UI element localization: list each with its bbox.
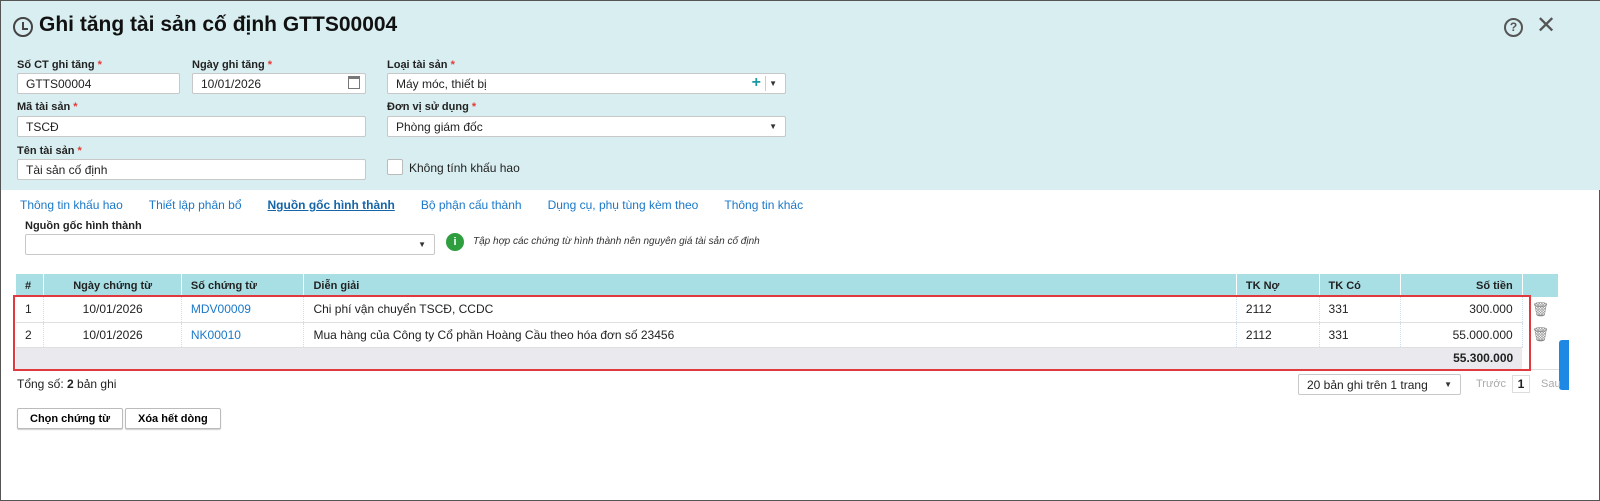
cell-index: 1 (16, 297, 45, 323)
cell-description: Mua hàng của Công ty Cổ phần Hoàng Cầu t… (303, 322, 1237, 348)
page-title: Ghi tăng tài sản cố định GTTS00004 (39, 13, 398, 36)
col-amount: Số tiền (1400, 274, 1523, 297)
trash-icon[interactable]: 🗑 (1522, 322, 1559, 347)
table-header: # Ngày chứng từ Số chứng từ Diễn giải TK… (16, 274, 1560, 297)
chevron-down-icon: ▼ (418, 240, 426, 249)
cell-description: Chi phí vận chuyển TSCĐ, CCDC (303, 297, 1237, 323)
ma-input[interactable]: TSCĐ (17, 116, 366, 137)
col-credit: TK Có (1319, 274, 1402, 297)
help-icon[interactable]: ? (1504, 18, 1523, 37)
cell-debit: 2112 (1236, 322, 1320, 348)
cell-debit: 2112 (1236, 297, 1320, 323)
cell-credit: 331 (1319, 322, 1402, 348)
ten-input[interactable]: Tài sản cố định (17, 159, 366, 180)
nguon-select[interactable]: ▼ (25, 234, 435, 255)
ma-label: Mã tài sản * (17, 101, 78, 113)
prev-button[interactable]: Trước (1476, 378, 1506, 390)
chevron-down-icon[interactable]: ▼ (769, 79, 777, 88)
table-row[interactable]: 1 10/01/2026 MDV00009 Chi phí vận chuyển… (16, 297, 1559, 323)
tab-bar: Thông tin khấu hao Thiết lập phân bổ Ngu… (20, 198, 829, 212)
cell-index: 2 (16, 322, 45, 348)
voucher-table: # Ngày chứng từ Số chứng từ Diễn giải TK… (16, 274, 1560, 370)
chevron-down-icon: ▼ (1444, 380, 1452, 389)
loai-label: Loại tài sản * (387, 59, 455, 71)
col-description: Diễn giải (303, 274, 1237, 297)
page-number[interactable]: 1 (1512, 375, 1530, 393)
loai-select[interactable]: Máy móc, thiết bị + ▼ (387, 73, 786, 94)
col-number: Số chứng từ (181, 274, 305, 297)
ngay-input[interactable]: 10/01/2026 (192, 73, 366, 94)
col-index: # (16, 274, 45, 297)
donvi-label: Đơn vị sử dụng * (387, 101, 477, 113)
tab-phan-bo[interactable]: Thiết lập phân bổ (149, 198, 242, 212)
info-icon: i (446, 233, 464, 251)
close-icon[interactable]: ✕ (1536, 13, 1556, 39)
so-ct-input[interactable]: GTTS00004 (17, 73, 180, 94)
cell-date: 10/01/2026 (43, 297, 182, 323)
trash-icon[interactable]: 🗑 (1522, 297, 1559, 322)
next-button[interactable]: Sau (1541, 378, 1561, 390)
total-amount: 55.300.000 (1400, 347, 1523, 370)
ngay-label: Ngày ghi tăng * (192, 59, 273, 71)
form-header: Ghi tăng tài sản cố định GTTS00004 ? ✕ S… (1, 1, 1600, 190)
tab-thong-tin-khac[interactable]: Thông tin khác (724, 198, 803, 212)
cell-date: 10/01/2026 (43, 322, 182, 348)
page-size-select[interactable]: 20 bản ghi trên 1 trang ▼ (1298, 374, 1461, 395)
cell-credit: 331 (1319, 297, 1402, 323)
tab-bo-phan[interactable]: Bộ phận cấu thành (421, 198, 522, 212)
cell-amount: 55.000.000 (1400, 322, 1523, 348)
chevron-down-icon: ▼ (769, 122, 777, 131)
tab-nguon-goc[interactable]: Nguồn gốc hình thành (268, 198, 395, 212)
col-debit: TK Nợ (1236, 274, 1320, 297)
so-ct-label: Số CT ghi tăng * (17, 59, 102, 71)
info-text: Tập hợp các chứng từ hình thành nên nguy… (473, 236, 760, 247)
history-icon[interactable] (13, 17, 33, 37)
tab-dung-cu[interactable]: Dụng cụ, phụ tùng kèm theo (548, 198, 699, 212)
voucher-link[interactable]: MDV00009 (181, 297, 305, 323)
nguon-label: Nguồn gốc hình thành (25, 220, 142, 232)
table-row[interactable]: 2 10/01/2026 NK00010 Mua hàng của Công t… (16, 322, 1559, 348)
tab-khau-hao[interactable]: Thông tin khấu hao (20, 198, 123, 212)
khong-tinh-checkbox[interactable] (387, 159, 403, 175)
cell-amount: 300.000 (1400, 297, 1523, 323)
donvi-select[interactable]: Phòng giám đốc ▼ (387, 116, 786, 137)
clear-rows-button[interactable]: Xóa hết dòng (125, 408, 221, 429)
col-date: Ngày chứng từ (43, 274, 182, 297)
total-row: 55.300.000 (16, 347, 1559, 370)
choose-voucher-button[interactable]: Chọn chứng từ (17, 408, 124, 429)
voucher-link[interactable]: NK00010 (181, 322, 305, 348)
khong-tinh-label: Không tính khấu hao (409, 161, 520, 175)
ten-label: Tên tài sản * (17, 145, 82, 157)
record-count: Tổng số: 2 bản ghi (17, 377, 117, 391)
calendar-icon[interactable] (348, 76, 360, 89)
add-icon[interactable]: + (752, 74, 761, 92)
